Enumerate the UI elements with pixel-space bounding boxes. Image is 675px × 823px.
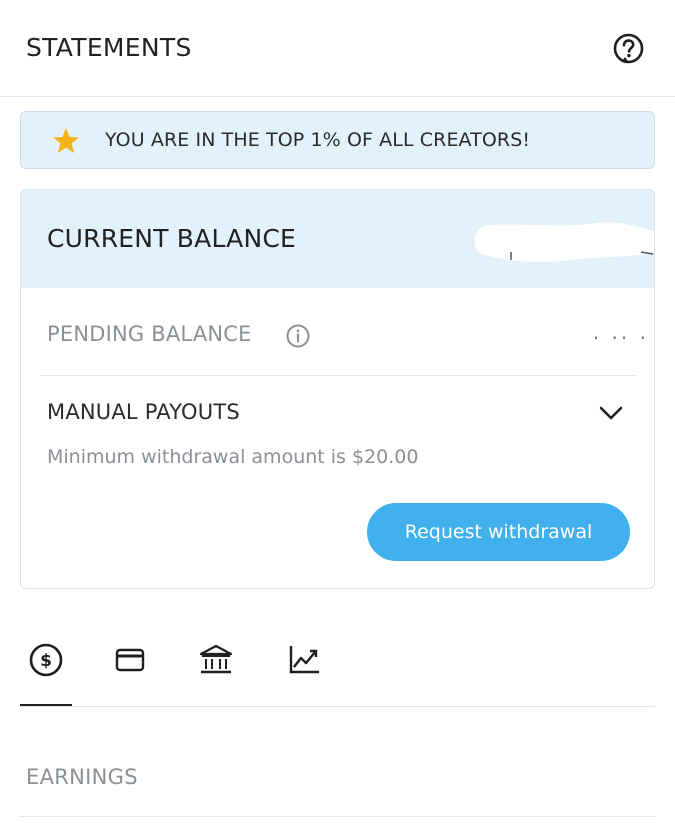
balance-card: CURRENT BALANCE PENDING BALANCE . .. . M… (20, 189, 655, 589)
section-divider (20, 816, 655, 817)
star-icon (53, 128, 79, 153)
chart-icon (289, 646, 319, 674)
tabs-divider (20, 706, 655, 707)
request-withdrawal-button[interactable]: Request withdrawal (367, 503, 630, 561)
dollar-circle-icon: $ (29, 643, 63, 677)
top-creator-banner: YOU ARE IN THE TOP 1% OF ALL CREATORS! (20, 111, 655, 169)
current-balance-label: CURRENT BALANCE (47, 224, 297, 253)
card-icon (115, 648, 145, 672)
svg-text:$: $ (40, 651, 52, 671)
redacted-current-balance (474, 222, 654, 262)
help-button[interactable] (613, 33, 644, 64)
earnings-section-title: EARNINGS (26, 765, 138, 789)
manual-payouts-label: MANUAL PAYOUTS (47, 400, 240, 424)
minimum-withdrawal-text: Minimum withdrawal amount is $20.00 (47, 446, 419, 468)
bank-icon (199, 644, 233, 674)
tab-statistics[interactable] (282, 638, 326, 682)
pending-balance-partial: . .. . (592, 320, 649, 344)
tab-bank[interactable] (194, 638, 238, 682)
tab-earnings[interactable]: $ (24, 638, 68, 682)
current-balance-row: CURRENT BALANCE (21, 190, 654, 288)
redacted-pending-balance: . .. . (491, 316, 654, 352)
info-icon[interactable] (285, 323, 311, 349)
header: STATEMENTS (0, 0, 675, 97)
tab-cards[interactable] (108, 638, 152, 682)
manual-payouts-toggle[interactable] (596, 400, 626, 426)
banner-text: YOU ARE IN THE TOP 1% OF ALL CREATORS! (105, 129, 531, 151)
pending-balance-label: PENDING BALANCE (47, 322, 252, 346)
statement-tabs: $ (0, 620, 675, 708)
help-icon (613, 33, 644, 64)
divider (41, 375, 636, 376)
page-title: STATEMENTS (26, 33, 192, 62)
chevron-down-icon (599, 406, 623, 420)
